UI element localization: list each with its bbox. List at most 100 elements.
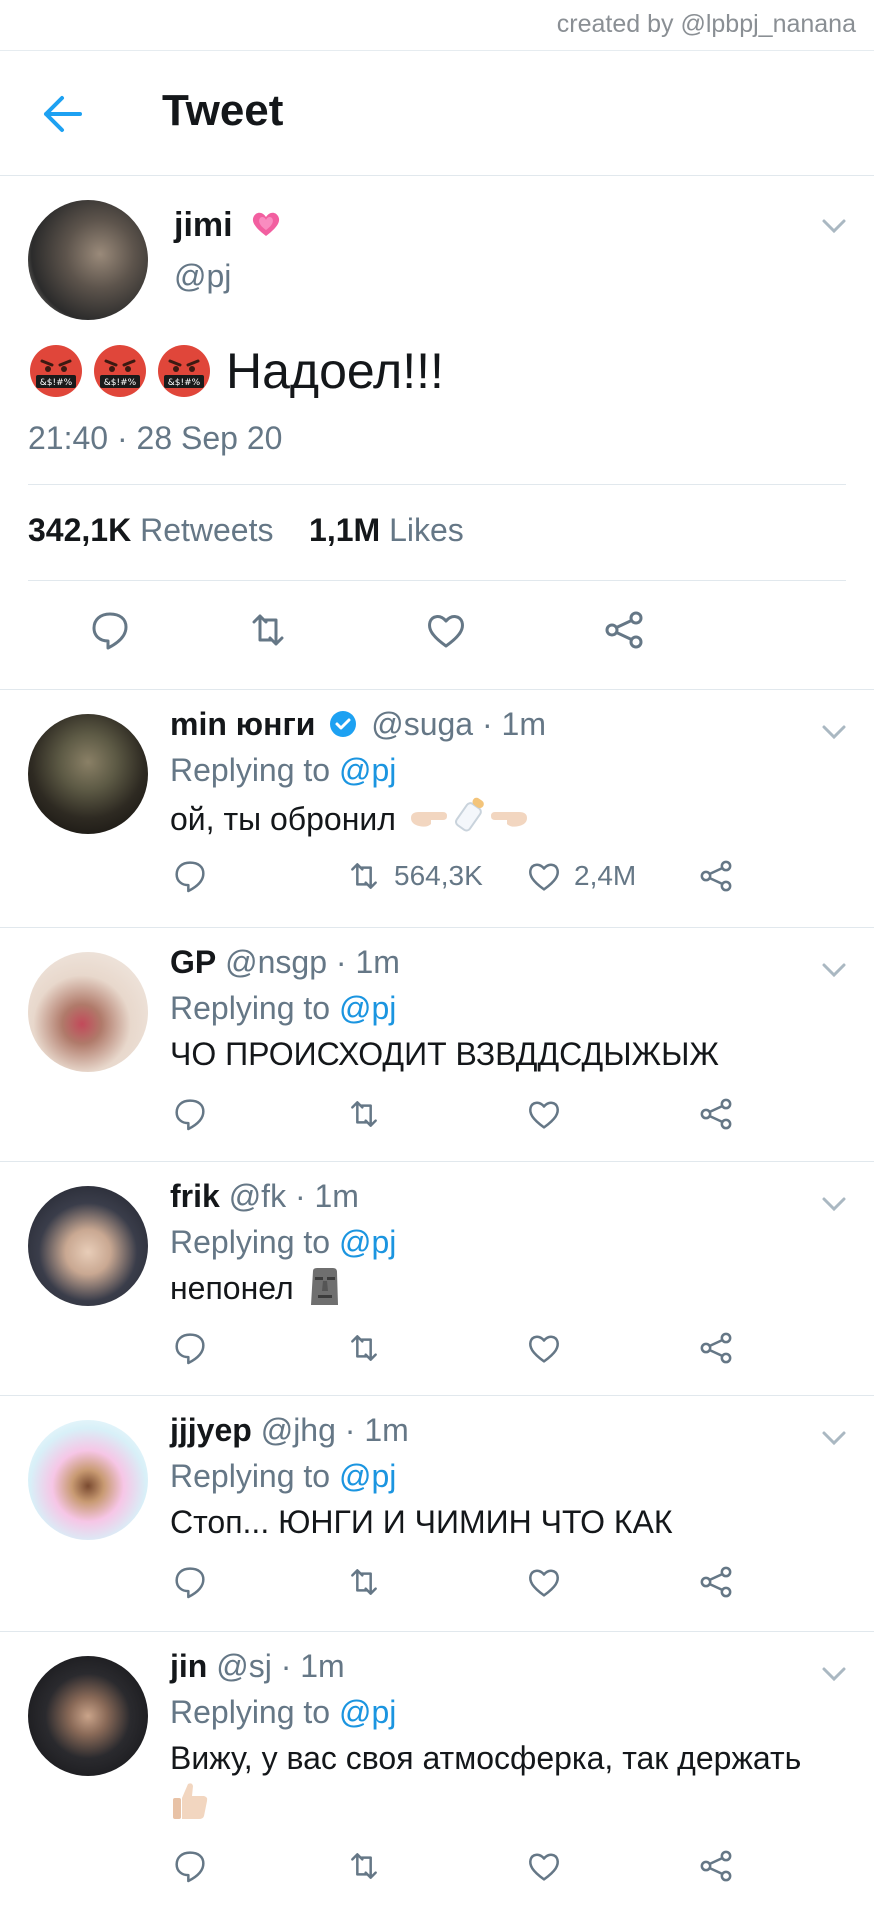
reply-handle[interactable]: @sj [216,1648,272,1684]
like-button[interactable]: 2,4M [524,856,636,896]
reply-header: jjjyep @jhg · 1m [170,1412,409,1449]
reply-author-name[interactable]: GP [170,944,216,980]
reply-handle[interactable]: @nsgp [225,944,327,980]
retweet-button[interactable] [344,1562,384,1602]
tweet-actions [0,606,874,666]
author-name-text: jimi [174,206,233,244]
thumbs-up-icon [173,1783,208,1819]
share-button[interactable] [696,1846,736,1886]
like-button[interactable] [524,1094,564,1134]
replying-to: Replying to @pj [170,1694,396,1731]
chevron-down-icon[interactable] [820,1664,848,1684]
replying-to-handle[interactable]: @pj [339,990,396,1026]
heart-icon[interactable] [422,606,470,654]
reply-time: · 1m [481,706,546,742]
reply-tweet[interactable]: GP @nsgp · 1m Replying to @pj ЧО ПРОИСХО… [0,928,874,1162]
reply-tweet[interactable]: min юнги @suga · 1m Replying to @pj ой, … [0,690,874,928]
reply-actions: 564,3K 2,4M [170,856,874,904]
heart-icon [529,1569,559,1597]
svg-text:&$!#%: &$!#% [40,378,73,388]
retweets-stat[interactable]: 342,1K Retweets [28,512,273,548]
avatar[interactable] [28,952,148,1072]
retweet-icon [351,1101,377,1127]
retweet-button[interactable]: 564,3K [344,856,483,896]
replying-to-handle[interactable]: @pj [339,1224,396,1260]
like-button[interactable] [524,1846,564,1886]
share-button[interactable] [696,1562,736,1602]
reply-time: · 1m [294,1178,359,1214]
share-icon [700,1098,732,1130]
retweet-button[interactable] [344,1846,384,1886]
replying-to-prefix: Replying to [170,1458,331,1494]
retweet-icon[interactable] [244,606,292,654]
reply-icon [175,1333,205,1365]
reply-time: · 1m [335,944,400,980]
divider [28,580,846,581]
reply-button[interactable] [170,1846,210,1886]
heart-icon [529,863,559,891]
author-name[interactable]: jimi [174,206,282,245]
share-button[interactable] [696,1094,736,1134]
like-button[interactable] [524,1328,564,1368]
chevron-down-icon[interactable] [820,1194,848,1214]
reply-handle[interactable]: @jhg [261,1412,336,1448]
retweets-label: Retweets [140,512,274,548]
reply-text: Стоп... ЮНГИ И ЧИМИН ЧТО КАК [170,1500,850,1544]
share-button[interactable] [696,856,736,896]
replying-to-handle[interactable]: @pj [339,752,396,788]
reply-icon[interactable] [86,606,134,654]
replying-to-prefix: Replying to [170,752,331,788]
replying-to-handle[interactable]: @pj [339,1458,396,1494]
share-icon[interactable] [600,606,648,654]
share-button[interactable] [696,1328,736,1368]
reply-handle[interactable]: @suga [371,706,473,742]
chevron-down-icon[interactable] [820,1428,848,1448]
avatar[interactable] [28,1656,148,1776]
reply-author-name[interactable]: jin [170,1648,207,1684]
reply-tweet[interactable]: frik @fk · 1m Replying to @pj непонел [0,1162,874,1396]
heart-icon [529,1853,559,1881]
back-arrow-icon[interactable] [40,94,84,134]
avatar[interactable] [28,1186,148,1306]
like-button[interactable] [524,1562,564,1602]
avatar[interactable] [28,1420,148,1540]
reply-button[interactable] [170,1328,210,1368]
retweet-button[interactable] [344,1328,384,1368]
pointing-hands-baby-bottle-icon [410,797,527,832]
likes-count: 1,1M [309,512,381,548]
reply-icon [175,1851,205,1883]
reply-icon [175,1567,205,1599]
retweet-button[interactable] [344,1094,384,1134]
reply-tweet[interactable]: jin @sj · 1m Replying to @pj Вижу, у вас… [0,1632,874,1920]
reply-handle[interactable]: @fk [229,1178,286,1214]
author-handle[interactable]: @pj [174,258,231,295]
reply-button[interactable] [170,1094,210,1134]
retweets-count: 342,1K [28,512,132,548]
reply-button[interactable] [170,856,210,896]
reply-actions [170,1846,874,1894]
chevron-down-icon[interactable] [820,722,848,742]
likes-stat[interactable]: 1,1M Likes [309,512,464,548]
likes-label: Likes [389,512,464,548]
reply-text-label: Вижу, у вас своя атмосферка, так держать [170,1740,802,1776]
divider [28,484,846,485]
avatar[interactable] [28,714,148,834]
reply-icon [175,1099,205,1131]
replying-to-prefix: Replying to [170,990,331,1026]
reply-header: GP @nsgp · 1m [170,944,400,981]
growing-heart-icon [252,212,280,236]
reply-author-name[interactable]: frik [170,1178,220,1214]
reply-text-label: непонел [170,1270,294,1306]
share-icon [700,1332,732,1364]
reply-author-name[interactable]: min юнги [170,706,315,742]
creator-credit: created by @lpbpj_nanana [556,10,856,38]
heart-icon [529,1335,559,1363]
reply-button[interactable] [170,1562,210,1602]
chevron-down-icon[interactable] [820,960,848,980]
replying-to-handle[interactable]: @pj [339,1694,396,1730]
reply-tweet[interactable]: jjjyep @jhg · 1m Replying to @pj Стоп...… [0,1396,874,1632]
reply-author-name[interactable]: jjjyep [170,1412,252,1448]
chevron-down-icon[interactable] [820,216,848,236]
avatar[interactable] [28,200,148,320]
reply-time: · 1m [280,1648,345,1684]
